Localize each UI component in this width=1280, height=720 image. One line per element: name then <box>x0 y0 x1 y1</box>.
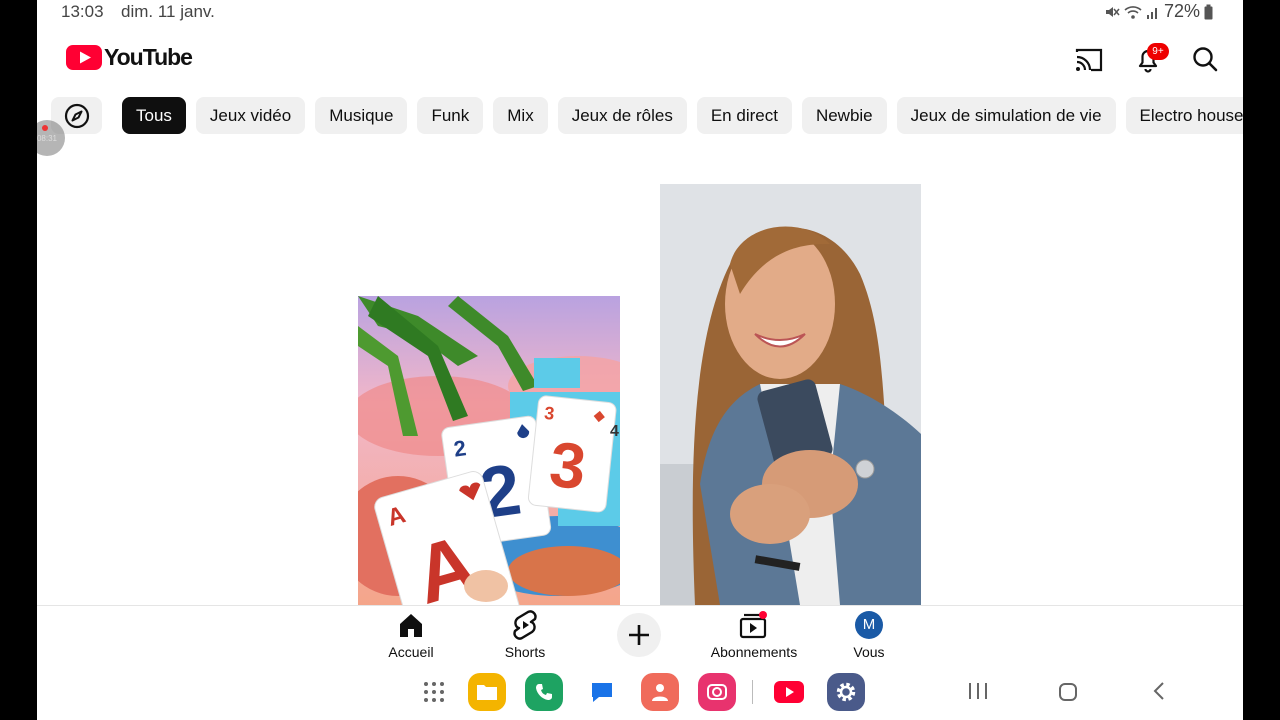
chip-mix[interactable]: Mix <box>493 97 548 134</box>
back-button[interactable] <box>1152 681 1166 701</box>
bottom-navigation: Accueil Shorts Abonnements M Vous <box>37 605 1243 663</box>
chip-jeux-de-simulation-de-vie[interactable]: Jeux de simulation de vie <box>896 97 1116 134</box>
chip-tous[interactable]: Tous <box>122 97 186 134</box>
avatar: M <box>855 611 883 639</box>
nav-home-label: Accueil <box>388 644 434 660</box>
chip-funk[interactable]: Funk <box>417 97 484 134</box>
search-button[interactable] <box>1189 43 1221 75</box>
files-app[interactable] <box>468 673 506 711</box>
notification-badge: 9+ <box>1147 43 1169 60</box>
system-home-button[interactable] <box>1058 682 1078 702</box>
grid-icon <box>424 682 444 702</box>
status-date: dim. 11 janv. <box>121 2 215 21</box>
android-dock <box>37 667 1243 717</box>
battery-percent: 72% <box>1163 1 1200 21</box>
chip-musique[interactable]: Musique <box>315 97 408 134</box>
settings-app[interactable] <box>827 673 865 711</box>
camera-app[interactable] <box>698 673 736 711</box>
phone-icon <box>536 684 552 700</box>
folder-icon <box>477 685 497 700</box>
compass-icon <box>64 103 89 128</box>
solitaire-artwork: 2 2 3 3 4 A A <box>358 296 620 605</box>
short-thumbnail-solitaire[interactable]: 2 2 3 3 4 A A <box>358 296 620 605</box>
youtube-app[interactable] <box>770 673 808 711</box>
chip-en-direct[interactable]: En direct <box>696 97 792 134</box>
gear-icon <box>836 682 856 702</box>
app-header: YouTube 9+ <box>37 36 1243 80</box>
camera-icon <box>707 684 727 700</box>
youtube-play-icon <box>66 45 102 70</box>
chip-electro-house[interactable]: Electro house <box>1125 97 1243 134</box>
subscriptions-icon <box>739 611 767 639</box>
youtube-logo[interactable]: YouTube <box>66 44 193 71</box>
chip-newbie[interactable]: Newbie <box>801 97 887 134</box>
dock-divider <box>752 680 753 704</box>
shorts-icon <box>513 610 537 640</box>
floating-timer-text: 08:31 <box>37 133 58 143</box>
chip-jeux-de-roles[interactable]: Jeux de rôles <box>557 97 687 134</box>
chip-jeux-video[interactable]: Jeux vidéo <box>195 97 306 134</box>
mute-icon <box>1105 6 1120 17</box>
phone-app[interactable] <box>525 673 563 711</box>
nav-you[interactable]: M Vous <box>824 610 914 660</box>
status-bar: 13:03 dim. 11 janv. 72% <box>37 0 1243 24</box>
home-icon <box>400 614 422 637</box>
nav-subscriptions[interactable]: Abonnements <box>694 610 814 660</box>
nav-you-label: Vous <box>853 644 885 660</box>
category-chips: Tous Jeux vidéo Musique Funk Mix Jeux de… <box>51 97 1243 134</box>
card-3: 3 <box>546 428 589 503</box>
wifi-icon <box>1124 5 1142 19</box>
create-button[interactable] <box>617 613 661 657</box>
card-3-small: 3 <box>543 403 555 424</box>
messages-app[interactable] <box>583 673 621 711</box>
nav-shorts[interactable]: Shorts <box>480 610 570 660</box>
logo-text: YouTube <box>104 44 193 70</box>
status-time: 13:03 <box>61 2 104 21</box>
recents-button[interactable] <box>967 681 989 701</box>
card-4-small: 4 <box>610 423 619 440</box>
plus-icon <box>629 625 649 645</box>
nav-subscriptions-label: Abonnements <box>710 644 798 660</box>
status-icons: 72% <box>1104 1 1213 22</box>
nav-shorts-label: Shorts <box>504 644 546 660</box>
app-drawer-button[interactable] <box>415 673 453 711</box>
woman-phone-photo <box>660 184 921 605</box>
device-screen: 13:03 dim. 11 janv. 72% YouTube 9+ Tous … <box>37 0 1243 720</box>
message-icon <box>592 683 612 702</box>
search-icon <box>1193 47 1218 72</box>
youtube-icon <box>774 681 804 703</box>
signal-icon <box>1146 7 1157 19</box>
cast-icon <box>1075 48 1103 72</box>
short-thumbnail-woman-phone[interactable] <box>660 184 921 605</box>
contacts-app[interactable] <box>641 673 679 711</box>
person-icon <box>652 684 668 701</box>
battery-icon <box>1204 4 1213 19</box>
nav-home[interactable]: Accueil <box>366 610 456 660</box>
cast-button[interactable] <box>1073 44 1105 76</box>
